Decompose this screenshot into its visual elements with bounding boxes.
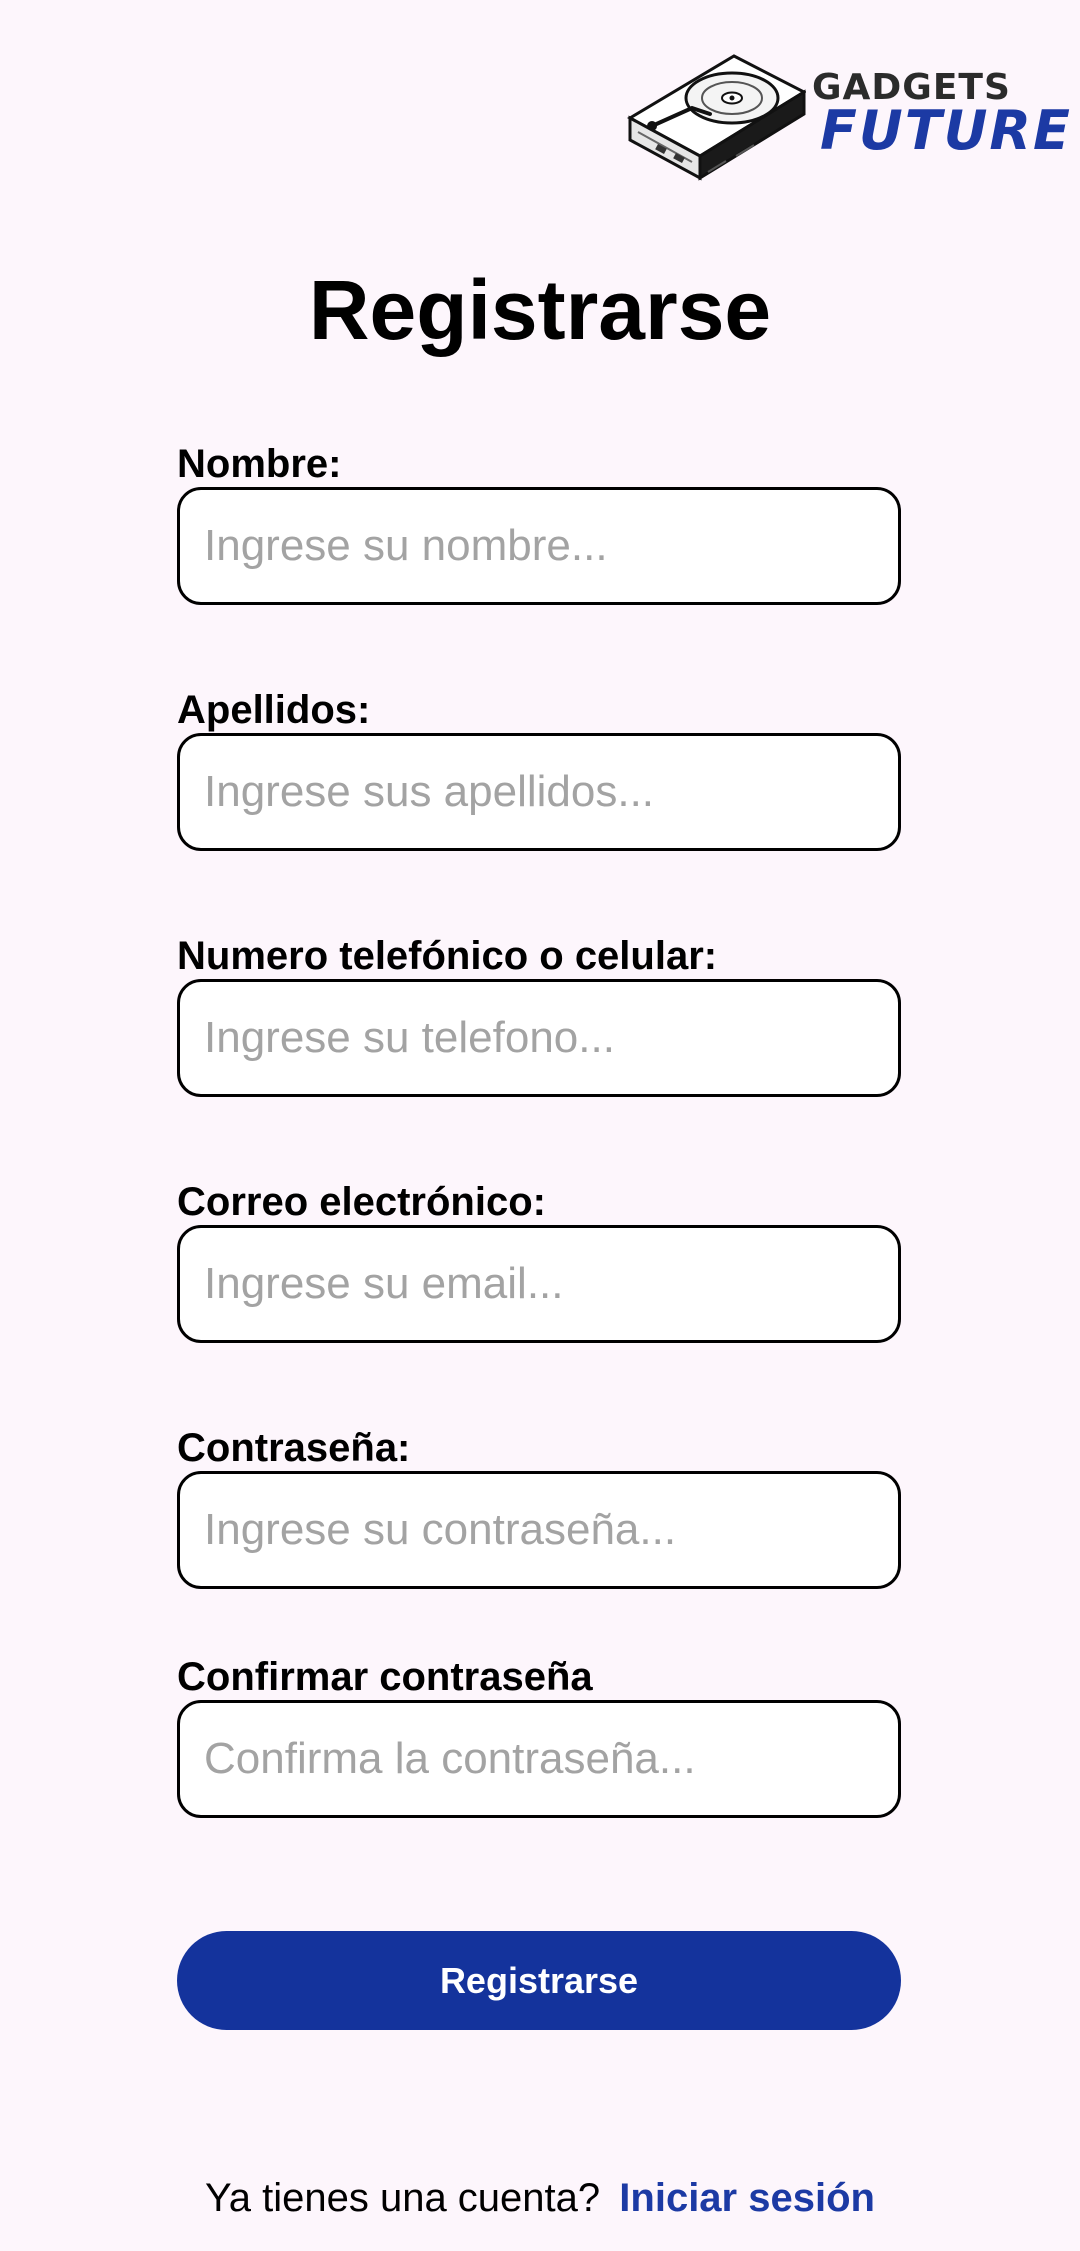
login-prompt: Ya tienes una cuenta? Iniciar sesión: [0, 2178, 1080, 2218]
telefono-input[interactable]: [177, 979, 901, 1097]
nombre-input[interactable]: [177, 487, 901, 605]
login-prompt-text: Ya tienes una cuenta?: [205, 2176, 601, 2220]
page-title: Registrarse: [308, 263, 772, 357]
register-button[interactable]: Registrarse: [177, 1931, 901, 2030]
password-label: Contraseña:: [177, 1426, 411, 1470]
apellidos-input[interactable]: [177, 733, 901, 851]
email-input[interactable]: [177, 1225, 901, 1343]
hard-drive-icon: [626, 54, 806, 181]
nombre-label: Nombre:: [177, 442, 342, 486]
telefono-label: Numero telefónico o celular:: [177, 934, 718, 978]
brand-wordmark: GADGETS FUTURE: [812, 70, 1072, 158]
confirm-password-label: Confirmar contraseña: [177, 1655, 593, 1699]
login-link[interactable]: Iniciar sesión: [619, 2176, 875, 2220]
password-input[interactable]: [177, 1471, 901, 1589]
apellidos-label: Apellidos:: [177, 688, 371, 732]
brand-name-line2: FUTURE: [820, 99, 1072, 162]
email-label: Correo electrónico:: [177, 1180, 546, 1224]
confirm-password-input[interactable]: [177, 1700, 901, 1818]
brand-logo: GADGETS FUTURE: [626, 52, 1070, 182]
